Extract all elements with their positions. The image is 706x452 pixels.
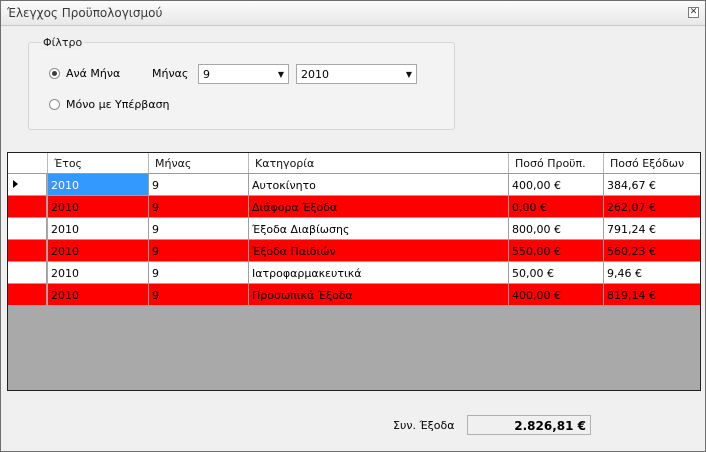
cell-expenses[interactable]: 819,14 € bbox=[604, 284, 700, 306]
close-icon[interactable]: ✕ bbox=[688, 7, 699, 18]
month-select-value: 9 bbox=[203, 68, 210, 81]
cell-expenses[interactable]: 9,46 € bbox=[604, 262, 700, 284]
cell-year[interactable]: 2010 bbox=[48, 240, 149, 262]
cell-month[interactable]: 9 bbox=[149, 240, 249, 262]
year-select[interactable]: 2010 ▼ bbox=[296, 64, 417, 84]
cell-category[interactable]: Έξοδα Παιδιών bbox=[249, 240, 509, 262]
cell-month[interactable]: 9 bbox=[149, 218, 249, 240]
by-month-label[interactable]: Ανά Μήνα bbox=[66, 67, 120, 80]
table-row[interactable]: 2010 9 Έξοδα Παιδιών 550,00 € 560,23 € bbox=[8, 240, 700, 262]
cell-category[interactable]: Αυτοκίνητο bbox=[249, 174, 509, 196]
cell-month[interactable]: 9 bbox=[149, 196, 249, 218]
table-row[interactable]: 2010 9 Αυτοκίνητο 400,00 € 384,67 € bbox=[8, 174, 700, 196]
month-select[interactable]: 9 ▼ bbox=[198, 64, 289, 84]
cell-expenses[interactable]: 384,67 € bbox=[604, 174, 700, 196]
budget-check-window: Έλεγχος Προϋπολογισμού ✕ Φίλτρο Ανά Μήνα… bbox=[0, 0, 706, 452]
row-header[interactable] bbox=[8, 196, 47, 218]
cell-year[interactable]: 2010 bbox=[48, 218, 149, 240]
filter-groupbox bbox=[28, 42, 455, 130]
cell-category[interactable]: Διάφορα Έξοδα bbox=[249, 196, 509, 218]
cell-expenses[interactable]: 262,07 € bbox=[604, 196, 700, 218]
column-header-month[interactable]: Μήνας bbox=[149, 153, 249, 173]
row-header[interactable] bbox=[8, 284, 47, 306]
cell-category[interactable]: Προσωπικά Έξοδα bbox=[249, 284, 509, 306]
row-header[interactable] bbox=[8, 218, 47, 240]
cell-month[interactable]: 9 bbox=[149, 174, 249, 196]
table-row[interactable]: 2010 9 Προσωπικά Έξοδα 400,00 € 819,14 € bbox=[8, 284, 700, 306]
cell-year[interactable]: 2010 bbox=[48, 284, 149, 306]
cell-month[interactable]: 9 bbox=[149, 262, 249, 284]
cell-month[interactable]: 9 bbox=[149, 284, 249, 306]
grid-corner bbox=[8, 153, 48, 173]
title-bar: Έλεγχος Προϋπολογισμού ✕ bbox=[1, 1, 705, 26]
grid-header: Έτος Μήνας Κατηγορία Ποσό Προϋπ. Ποσό Εξ… bbox=[8, 153, 700, 174]
cell-year[interactable]: 2010 bbox=[48, 262, 149, 284]
cell-budget[interactable]: 550,00 € bbox=[509, 240, 604, 262]
column-header-budget[interactable]: Ποσό Προϋπ. bbox=[509, 153, 604, 173]
cell-expenses[interactable]: 560,23 € bbox=[604, 240, 700, 262]
column-header-year[interactable]: Έτος bbox=[48, 153, 149, 173]
year-select-value: 2010 bbox=[301, 68, 329, 81]
total-expenses-label: Συν. Έξοδα bbox=[393, 419, 455, 432]
window-title: Έλεγχος Προϋπολογισμού bbox=[7, 6, 163, 20]
cell-budget[interactable]: 0,00 € bbox=[509, 196, 604, 218]
column-header-category[interactable]: Κατηγορία bbox=[249, 153, 509, 173]
overrun-only-radio[interactable] bbox=[49, 99, 60, 110]
table-row[interactable]: 2010 9 Διάφορα Έξοδα 0,00 € 262,07 € bbox=[8, 196, 700, 218]
cell-budget[interactable]: 400,00 € bbox=[509, 284, 604, 306]
filter-legend: Φίλτρο bbox=[41, 36, 85, 49]
row-header[interactable] bbox=[8, 240, 47, 262]
by-month-radio[interactable] bbox=[49, 68, 60, 79]
cell-budget[interactable]: 800,00 € bbox=[509, 218, 604, 240]
table-row[interactable]: 2010 9 Ιατροφαρμακευτικά 50,00 € 9,46 € bbox=[8, 262, 700, 284]
total-expenses-field: 2.826,81 € bbox=[467, 415, 591, 435]
cell-year[interactable]: 2010 bbox=[48, 174, 149, 196]
cell-budget[interactable]: 400,00 € bbox=[509, 174, 604, 196]
cell-category[interactable]: Έξοδα Διαβίωσης bbox=[249, 218, 509, 240]
column-header-expenses[interactable]: Ποσό Εξόδων bbox=[604, 153, 700, 173]
cell-expenses[interactable]: 791,24 € bbox=[604, 218, 700, 240]
month-label: Μήνας bbox=[152, 67, 189, 80]
table-row[interactable]: 2010 9 Έξοδα Διαβίωσης 800,00 € 791,24 € bbox=[8, 218, 700, 240]
budget-grid[interactable]: Έτος Μήνας Κατηγορία Ποσό Προϋπ. Ποσό Εξ… bbox=[7, 152, 701, 391]
chevron-down-icon[interactable]: ▼ bbox=[278, 70, 284, 79]
cell-budget[interactable]: 50,00 € bbox=[509, 262, 604, 284]
cell-category[interactable]: Ιατροφαρμακευτικά bbox=[249, 262, 509, 284]
current-row-icon bbox=[13, 180, 18, 188]
chevron-down-icon[interactable]: ▼ bbox=[406, 70, 412, 79]
row-header[interactable] bbox=[8, 262, 47, 284]
cell-year[interactable]: 2010 bbox=[48, 196, 149, 218]
overrun-only-label[interactable]: Μόνο με Υπέρβαση bbox=[66, 98, 170, 111]
row-header[interactable] bbox=[8, 174, 47, 196]
